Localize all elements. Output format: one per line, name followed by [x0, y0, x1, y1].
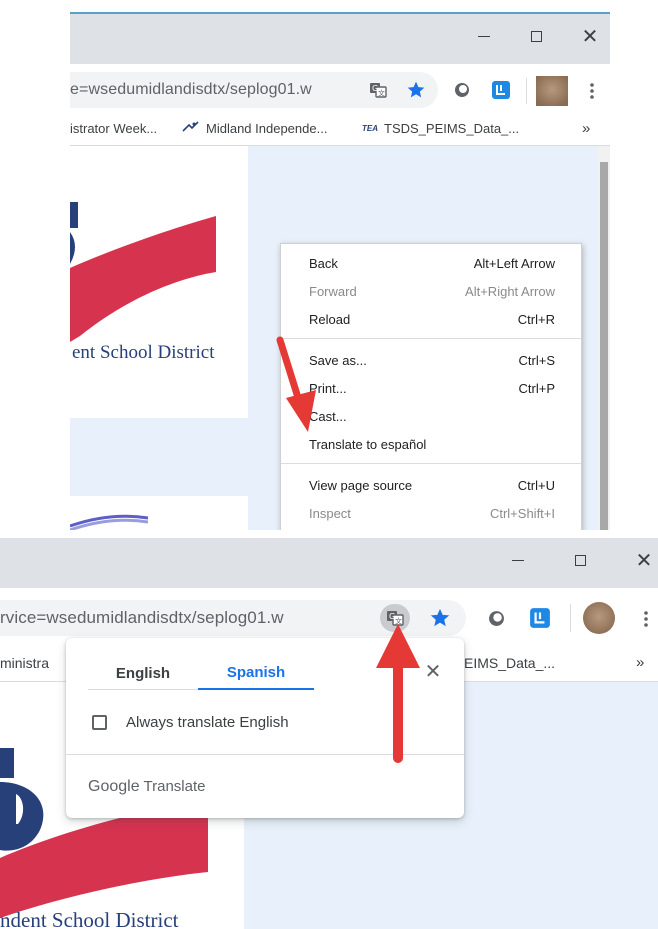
svg-text:文: 文: [378, 89, 385, 98]
close-icon: ✕: [635, 548, 653, 572]
url-text: e=wsedumidlandisdtx/seplog01.w: [70, 81, 312, 98]
tab-label: English: [115, 664, 171, 682]
context-item-forward[interactable]: Forward Alt+Right Arrow: [281, 277, 581, 305]
url-text: rvice=wsedumidlandisdtx/seplog01.w: [0, 608, 284, 627]
bookmarks-overflow-button[interactable]: »: [582, 112, 590, 145]
chevron-double-right-icon: »: [582, 120, 591, 137]
district-logo: [70, 202, 216, 342]
kebab-menu-icon[interactable]: [636, 606, 656, 632]
minimize-icon: [478, 35, 490, 37]
context-item-back[interactable]: Back Alt+Left Arrow: [281, 249, 581, 277]
menu-separator: [281, 463, 581, 464]
menu-separator: [281, 338, 581, 339]
context-item-shortcut: Ctrl+P: [518, 380, 555, 396]
context-item-shortcut: Alt+Left Arrow: [473, 255, 555, 271]
minimize-icon: [512, 559, 524, 561]
bookmark-label: Midland Independe...: [206, 121, 328, 136]
chevron-double-right-icon: »: [636, 654, 645, 671]
maximize-button[interactable]: [560, 538, 600, 582]
kebab-menu-icon[interactable]: [582, 78, 602, 104]
context-item-label: Forward: [309, 283, 357, 299]
district-name: ent School District: [72, 342, 215, 363]
brand-google: Google: [88, 778, 140, 795]
tab-label: Spanish: [226, 663, 286, 681]
always-translate-label: Always translate English: [126, 714, 289, 731]
close-window-button[interactable]: ✕: [624, 538, 658, 582]
context-item-inspect[interactable]: Inspect Ctrl+Shift+I: [281, 499, 581, 527]
context-item-label: Back: [309, 255, 338, 271]
avatar[interactable]: [536, 76, 568, 106]
context-item-view-source[interactable]: View page source Ctrl+U: [281, 471, 581, 499]
context-item-reload[interactable]: Reload Ctrl+R: [281, 305, 581, 333]
screenshot-context-menu: ✕ e=wsedumidlandisdtx/seplog01.w G文 istr…: [70, 12, 610, 530]
red-arrow-annotation: [276, 336, 316, 432]
context-item-label: View page source: [309, 477, 413, 493]
minimize-button[interactable]: [464, 14, 504, 58]
tab-english[interactable]: English: [88, 656, 198, 690]
scrollbar-thumb[interactable]: [600, 162, 608, 530]
avatar[interactable]: [582, 602, 616, 634]
maximize-button[interactable]: [516, 14, 556, 58]
swoosh-graphic: [70, 514, 149, 530]
bookmark-item[interactable]: TEA TSDS_PEIMS_Data_...: [362, 112, 519, 145]
google-translate-brand: Google Translate: [88, 778, 205, 796]
title-bar: ✕: [0, 538, 658, 588]
bookmark-label: TSDS_PEIMS_Data_...: [384, 121, 520, 136]
bookmarks-bar: istrator Week... Midland Independe... TE…: [70, 112, 610, 146]
tea-badge-icon: TEA: [362, 124, 378, 133]
context-item-shortcut: Alt+Right Arrow: [465, 283, 555, 299]
bookmark-item[interactable]: ministra: [0, 644, 49, 681]
minimize-button[interactable]: [498, 538, 538, 582]
context-item-shortcut: Ctrl+S: [518, 352, 555, 368]
tab-spanish[interactable]: Spanish: [198, 656, 314, 690]
context-item-cast[interactable]: Cast...: [281, 402, 581, 430]
bookmark-item[interactable]: istrator Week...: [70, 112, 157, 145]
blue-extension-icon[interactable]: [490, 79, 512, 101]
bookmark-label: istrator Week...: [70, 121, 158, 136]
context-item-shortcut: Ctrl+R: [517, 311, 555, 327]
address-bar[interactable]: e=wsedumidlandisdtx/seplog01.w G文: [70, 72, 438, 108]
close-icon: ✕: [581, 24, 599, 48]
context-item-label: Inspect: [309, 505, 351, 521]
district-name: ndent School District: [0, 908, 179, 929]
context-item-label: Reload: [309, 311, 351, 327]
bookmark-item[interactable]: Midland Independe...: [182, 112, 327, 145]
toolbar-divider: [526, 78, 527, 104]
context-item-translate[interactable]: Translate to español: [281, 430, 581, 458]
logo-card: ent School District: [70, 146, 248, 418]
context-item-shortcut: Ctrl+U: [517, 477, 555, 493]
red-arrow-annotation: [376, 624, 420, 763]
bookmarks-overflow-button[interactable]: »: [636, 644, 644, 681]
context-item-shortcut: Ctrl+Shift+I: [489, 505, 555, 521]
maximize-icon: [574, 554, 586, 566]
close-window-button[interactable]: ✕: [570, 14, 610, 58]
star-icon[interactable]: [404, 78, 428, 102]
maximize-icon: [530, 30, 542, 42]
context-item-save-as[interactable]: Save as... Ctrl+S: [281, 346, 581, 374]
star-icon[interactable]: [428, 606, 452, 630]
logo-card-lower: [70, 496, 248, 530]
runner-icon: [182, 121, 200, 136]
language-tabs: English Spanish: [88, 656, 314, 690]
browser-toolbar: rvice=wsedumidlandisdtx/seplog01.w G文: [0, 588, 658, 644]
page-scrollbar[interactable]: [598, 146, 610, 530]
translate-icon[interactable]: G文: [368, 80, 388, 100]
context-item-label: Translate to español: [309, 436, 427, 452]
always-translate-checkbox[interactable]: [92, 715, 107, 730]
close-icon: ✕: [424, 659, 442, 683]
toolbar-divider: [570, 604, 571, 632]
blue-extension-icon[interactable]: [528, 606, 552, 630]
bookmark-label: ministra: [0, 654, 50, 671]
bookmark-item[interactable]: EIMS_Data_...: [464, 644, 555, 681]
title-bar: ✕: [70, 14, 610, 64]
context-item-print[interactable]: Print... Ctrl+P: [281, 374, 581, 402]
brand-translate: Translate: [143, 778, 206, 795]
bookmark-label: EIMS_Data_...: [464, 654, 556, 671]
screenshot-translate-bubble: ✕ rvice=wsedumidlandisdtx/seplog01.w G文 …: [0, 538, 658, 929]
circle-extension-icon[interactable]: [486, 608, 506, 628]
circle-extension-icon[interactable]: [452, 80, 472, 100]
